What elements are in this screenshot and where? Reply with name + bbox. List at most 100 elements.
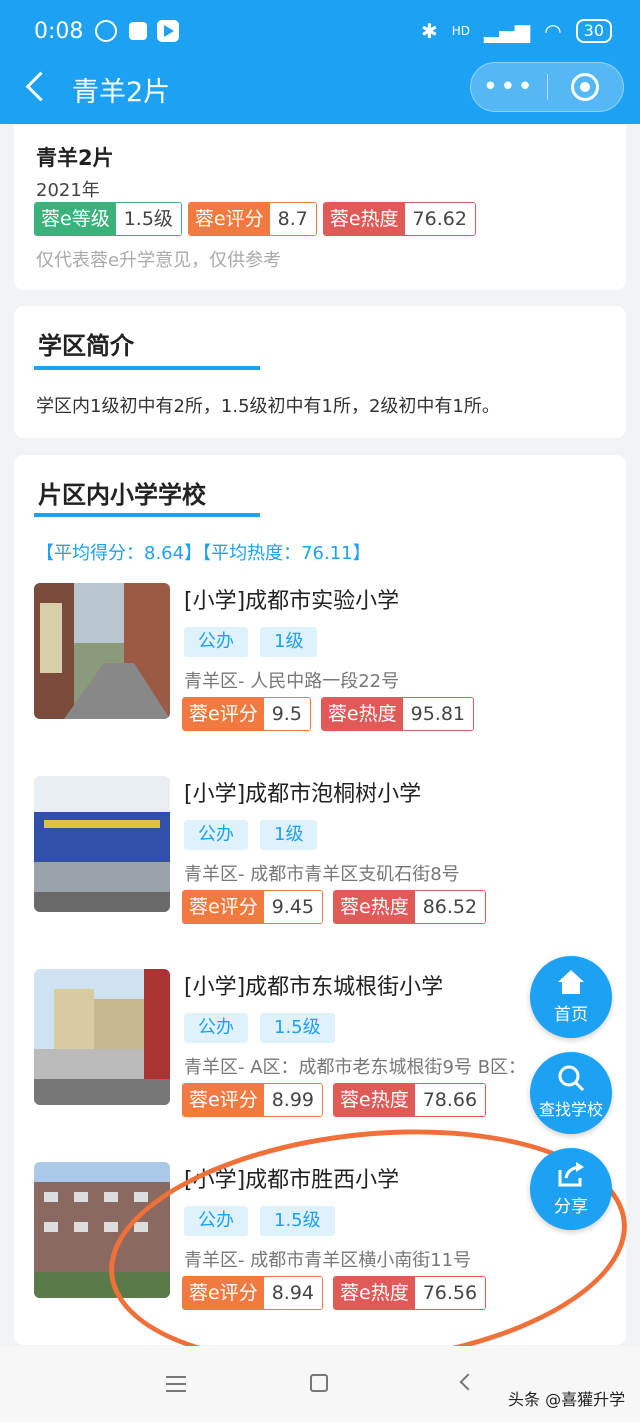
school-name: [小学]成都市胜西小学 bbox=[184, 1168, 400, 1193]
back-arrow-icon[interactable] bbox=[22, 72, 52, 102]
status-time: 0:08 bbox=[34, 18, 84, 44]
bluetooth-icon: ✱ bbox=[421, 19, 438, 43]
more-options-button[interactable]: ••• bbox=[471, 62, 547, 112]
disclaimer-note: 仅代表蓉e升学意见，仅供参考 bbox=[36, 250, 282, 271]
navigation-bar: 青羊2片 ••• bbox=[0, 60, 640, 116]
section-title: 片区内小学学校 bbox=[38, 481, 206, 509]
school-rating-badges: 蓉e评分 9.5 蓉e热度 95.81 bbox=[182, 697, 475, 731]
school-list-item[interactable]: [小学]成都市胜西小学 公办 1.5级 青羊区- 成都市青羊区横小南街11号 蓉… bbox=[34, 1162, 614, 1322]
school-name: [小学]成都市实验小学 bbox=[184, 589, 400, 614]
badge-value: 8.99 bbox=[263, 1084, 323, 1116]
heat-badge: 蓉e热度 86.52 bbox=[333, 890, 487, 924]
wifi-icon: ◠ bbox=[544, 19, 562, 43]
home-label: 首页 bbox=[554, 1005, 588, 1025]
home-button[interactable]: 首页 bbox=[530, 956, 612, 1038]
badge-key: 蓉e评分 bbox=[183, 1084, 264, 1116]
search-icon bbox=[558, 1065, 585, 1092]
school-list-item[interactable]: [小学]成都市泡桐树小学 公办 1级 青羊区- 成都市青羊区支矶石街8号 蓉e评… bbox=[34, 776, 614, 936]
school-level-tag: 1.5级 bbox=[260, 1206, 335, 1236]
score-badge: 蓉e评分 8.7 bbox=[187, 202, 317, 236]
school-tags: 公办 1级 bbox=[184, 627, 318, 657]
close-mini-program-button[interactable] bbox=[548, 73, 624, 101]
heat-badge: 蓉e热度 78.66 bbox=[333, 1083, 487, 1117]
intro-text: 学区内1级初中有2所，1.5级初中有1所，2级初中有1所。 bbox=[36, 396, 500, 417]
school-list-item[interactable]: [小学]成都市东城根街小学 公办 1.5级 青羊区- A区：成都市老东城根街9号… bbox=[34, 969, 614, 1129]
school-type-tag: 公办 bbox=[184, 627, 248, 657]
school-level-tag: 1级 bbox=[260, 820, 318, 850]
share-icon bbox=[558, 1162, 584, 1187]
district-year: 2021年 bbox=[36, 180, 100, 201]
school-type-tag: 公办 bbox=[184, 820, 248, 850]
target-icon bbox=[571, 73, 600, 101]
share-label: 分享 bbox=[554, 1197, 588, 1217]
app-notification-icon bbox=[129, 22, 148, 40]
school-type-tag: 公办 bbox=[184, 1206, 248, 1236]
badge-key: 蓉e热度 bbox=[334, 891, 415, 923]
school-photo bbox=[34, 969, 170, 1105]
badge-key: 蓉e热度 bbox=[334, 1277, 415, 1309]
school-name: [小学]成都市东城根街小学 bbox=[184, 975, 444, 1000]
app-header: 0:08 ✱ HD ▂▄▆ ◠ 30 青羊2片 ••• bbox=[0, 0, 640, 124]
signal-icon: ▂▄▆ bbox=[484, 19, 531, 43]
badge-value: 86.52 bbox=[414, 891, 486, 923]
badge-value: 8.7 bbox=[269, 203, 316, 235]
network-label: HD bbox=[451, 24, 471, 38]
school-tags: 公办 1.5级 bbox=[184, 1013, 335, 1043]
section-underline bbox=[34, 513, 260, 517]
school-address: 青羊区- 成都市青羊区横小南街11号 bbox=[184, 1250, 472, 1271]
page-title: 青羊2片 bbox=[72, 77, 171, 108]
school-rating-badges: 蓉e评分 9.45 蓉e热度 86.52 bbox=[182, 890, 487, 924]
school-rating-badges: 蓉e评分 8.99 蓉e热度 78.66 bbox=[182, 1083, 487, 1117]
school-address: 青羊区- 人民中路一段22号 bbox=[184, 671, 400, 692]
district-summary-card: 青羊2片 2021年 蓉e等级 1.5级 蓉e评分 8.7 蓉e热度 76.62… bbox=[14, 124, 626, 290]
section-title: 学区简介 bbox=[38, 332, 134, 360]
badge-value: 9.5 bbox=[263, 698, 310, 730]
score-badge: 蓉e评分 8.94 bbox=[182, 1276, 324, 1310]
badge-key: 蓉e热度 bbox=[334, 1084, 415, 1116]
mini-program-capsule: ••• bbox=[470, 62, 624, 112]
badge-key: 蓉e热度 bbox=[321, 698, 403, 730]
heat-badge: 蓉e热度 76.56 bbox=[333, 1276, 487, 1310]
menu-icon[interactable] bbox=[166, 1376, 186, 1392]
status-bar: 0:08 ✱ HD ▂▄▆ ◠ 30 bbox=[34, 14, 612, 48]
district-intro-card: 学区简介 学区内1级初中有2所，1.5级初中有1所，2级初中有1所。 bbox=[14, 306, 626, 438]
heat-badge: 蓉e热度 95.81 bbox=[320, 697, 475, 731]
badge-value: 78.66 bbox=[414, 1084, 486, 1116]
back-icon[interactable] bbox=[459, 1373, 477, 1391]
district-name: 青羊2片 bbox=[36, 146, 114, 170]
badge-key: 蓉e热度 bbox=[323, 203, 405, 235]
badge-value: 8.94 bbox=[263, 1277, 323, 1309]
school-type-tag: 公办 bbox=[184, 1013, 248, 1043]
score-badge: 蓉e评分 9.45 bbox=[182, 890, 324, 924]
school-photo bbox=[34, 1162, 170, 1298]
school-address: 青羊区- A区：成都市老东城根街9号 B区： bbox=[184, 1057, 527, 1078]
heat-badge: 蓉e热度 76.62 bbox=[322, 202, 476, 236]
school-photo bbox=[34, 776, 170, 912]
average-stats: 【平均得分：8.64】【平均热度：76.11】 bbox=[36, 543, 371, 564]
school-tags: 公办 1级 bbox=[184, 820, 318, 850]
alarm-icon bbox=[95, 20, 118, 42]
watermark: 头条 @喜獾升学 bbox=[508, 1390, 626, 1409]
school-list-item[interactable]: [小学]成都市实验小学 公办 1级 青羊区- 人民中路一段22号 蓉e评分 9.… bbox=[34, 583, 614, 743]
battery-icon: 30 bbox=[575, 19, 612, 43]
video-app-icon bbox=[157, 20, 180, 42]
badge-key: 蓉e评分 bbox=[183, 698, 264, 730]
section-underline bbox=[34, 366, 260, 370]
search-school-button[interactable]: 查找学校 bbox=[530, 1052, 612, 1134]
system-nav-bar bbox=[0, 1346, 640, 1422]
school-name: [小学]成都市泡桐树小学 bbox=[184, 782, 422, 807]
badge-value: 76.56 bbox=[414, 1277, 486, 1309]
school-photo bbox=[34, 583, 170, 719]
score-badge: 蓉e评分 9.5 bbox=[182, 697, 311, 731]
badge-value: 76.62 bbox=[404, 203, 475, 235]
search-label: 查找学校 bbox=[538, 1100, 603, 1119]
level-badge: 蓉e等级 1.5级 bbox=[34, 202, 182, 236]
badge-value: 1.5级 bbox=[115, 203, 181, 235]
badge-key: 蓉e评分 bbox=[188, 203, 270, 235]
badge-key: 蓉e等级 bbox=[35, 203, 116, 235]
home-icon bbox=[558, 970, 584, 994]
share-button[interactable]: 分享 bbox=[530, 1148, 612, 1230]
home-square-icon[interactable] bbox=[310, 1374, 328, 1392]
school-tags: 公办 1.5级 bbox=[184, 1206, 335, 1236]
school-level-tag: 1.5级 bbox=[260, 1013, 335, 1043]
